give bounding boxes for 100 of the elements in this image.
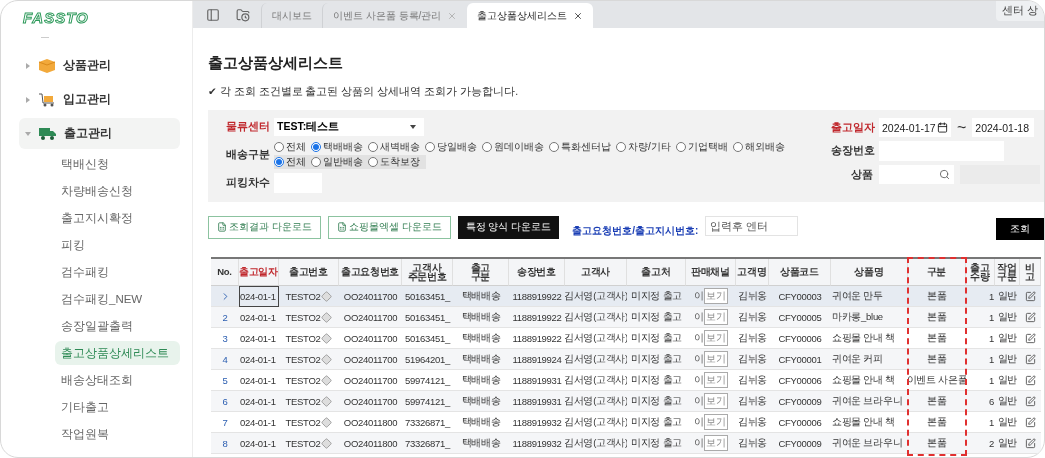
sidebar-item[interactable]: 택배신청 bbox=[55, 152, 180, 176]
lookup-field[interactable]: 입력후 엔터 bbox=[705, 216, 799, 236]
view-button[interactable]: 보기 bbox=[704, 330, 729, 346]
center-button[interactable]: 센터 상 bbox=[996, 1, 1044, 21]
radio-option[interactable]: 당일배송 bbox=[425, 140, 477, 154]
radio-option[interactable]: 기업택배 bbox=[675, 140, 728, 154]
column-header[interactable]: 출고 수량 bbox=[966, 259, 995, 286]
table-cell: 미지정 출고 bbox=[627, 349, 686, 370]
edit-icon[interactable] bbox=[1025, 353, 1036, 365]
field-label: 출고일자 bbox=[831, 120, 873, 135]
table-cell: OO24011800 bbox=[339, 433, 402, 454]
column-header[interactable]: 출고일자 bbox=[239, 259, 279, 286]
column-header[interactable]: 고객명 bbox=[736, 259, 769, 286]
table-cell: 김뉘옹 bbox=[736, 433, 769, 454]
product-field[interactable] bbox=[879, 165, 954, 184]
radio-icon[interactable] bbox=[274, 157, 284, 167]
radio-option[interactable]: 특화센터납 bbox=[549, 140, 611, 154]
edit-icon[interactable] bbox=[1025, 374, 1036, 386]
edit-icon[interactable] bbox=[1025, 332, 1036, 344]
radio-icon[interactable] bbox=[368, 142, 378, 152]
view-button[interactable]: 보기 bbox=[704, 393, 729, 409]
sidebar-item[interactable]: 작업원복 bbox=[55, 422, 180, 446]
edit-icon[interactable] bbox=[1025, 311, 1036, 323]
truck-icon bbox=[39, 127, 56, 140]
edit-icon[interactable] bbox=[1025, 437, 1036, 449]
column-header[interactable]: 출고처 bbox=[627, 259, 686, 286]
radio-icon[interactable] bbox=[732, 142, 743, 152]
column-header[interactable]: 상품명 bbox=[831, 259, 908, 286]
table-cell: 택배배송 bbox=[453, 307, 509, 328]
sidebar-group[interactable]: 출고관리 bbox=[19, 118, 180, 149]
radio-icon[interactable] bbox=[482, 142, 492, 152]
radio-icon[interactable] bbox=[311, 142, 321, 152]
date-field[interactable]: 2024-01-18 bbox=[972, 118, 1035, 137]
sidebar-item[interactable]: 피킹 bbox=[55, 233, 180, 257]
search-button[interactable]: 조회 bbox=[996, 218, 1044, 240]
search-icon[interactable] bbox=[939, 169, 950, 180]
radio-option[interactable]: 원데이배송 bbox=[482, 140, 544, 154]
center-select[interactable]: TEST:테스트 bbox=[274, 118, 424, 136]
column-header[interactable]: 비 고 bbox=[1020, 259, 1041, 286]
radio-option[interactable]: 도착보장 bbox=[368, 155, 420, 169]
column-header[interactable]: 출고 구분 bbox=[453, 259, 509, 286]
column-header[interactable]: 출고번호 bbox=[279, 259, 339, 286]
radio-option[interactable]: 차량/기타 bbox=[616, 140, 671, 154]
column-header[interactable]: 출고요청번호 bbox=[339, 259, 402, 286]
column-header[interactable]: 고객사 bbox=[565, 259, 627, 286]
radio-option[interactable]: 일반배송 bbox=[311, 155, 363, 169]
table-cell: 1 bbox=[966, 286, 995, 307]
sidebar-item[interactable]: 검수패킹_NEW bbox=[55, 287, 180, 311]
radio-option[interactable]: 전체 bbox=[274, 155, 306, 169]
download-button[interactable]: 쇼핑몰엑셀 다운로드 bbox=[327, 215, 451, 239]
radio-option[interactable]: 택배배송 bbox=[311, 140, 363, 154]
sidebar-item[interactable]: 출고지시확정 bbox=[55, 206, 180, 230]
view-button[interactable]: 보기 bbox=[704, 414, 729, 430]
table-cell: 김서영(고객사) bbox=[565, 286, 627, 307]
sidebar-item[interactable]: 송장일괄출력 bbox=[55, 314, 180, 338]
table-cell: OO24011700 bbox=[339, 349, 402, 370]
table-cell: 024-01-1 bbox=[239, 349, 279, 370]
edit-icon[interactable] bbox=[1025, 290, 1036, 302]
view-button[interactable]: 보기 bbox=[704, 351, 729, 367]
sidebar-group[interactable]: 입고관리 bbox=[19, 84, 180, 115]
sidebar-item[interactable]: 기타출고 bbox=[55, 395, 180, 419]
sidebar-group[interactable]: 상품관리 bbox=[19, 50, 180, 81]
download-button[interactable]: 특정 양식 다운로드 bbox=[457, 215, 560, 239]
column-header[interactable]: No. bbox=[211, 259, 239, 286]
radio-icon[interactable] bbox=[425, 142, 435, 152]
column-header[interactable]: 상품코드 bbox=[769, 259, 831, 286]
tab[interactable]: 대시보드 bbox=[261, 3, 322, 28]
calendar-icon[interactable] bbox=[937, 122, 948, 133]
table-cell: 김서영(고객사) bbox=[565, 391, 627, 412]
radio-option[interactable]: 새벽배송 bbox=[368, 140, 420, 154]
radio-option[interactable]: 해외배송 bbox=[732, 140, 785, 154]
radio-icon[interactable] bbox=[616, 142, 626, 152]
sidebar-item[interactable]: 검수패킹 bbox=[55, 260, 180, 284]
view-button[interactable]: 보기 bbox=[704, 435, 729, 451]
field-label: 송장번호 bbox=[831, 144, 873, 158]
view-button[interactable]: 보기 bbox=[704, 288, 729, 304]
column-header[interactable]: 작업 구분 bbox=[995, 259, 1020, 286]
tab[interactable]: 출고상품상세리스트 bbox=[467, 3, 594, 28]
date-field[interactable]: 2024-01-17 bbox=[879, 118, 951, 137]
column-header[interactable]: 송장번호 bbox=[509, 259, 565, 286]
column-header[interactable]: 판매채널 bbox=[686, 259, 736, 286]
radio-option[interactable]: 전체 bbox=[274, 140, 306, 154]
view-button[interactable]: 보기 bbox=[704, 309, 729, 325]
radio-icon[interactable] bbox=[549, 142, 559, 152]
radio-icon[interactable] bbox=[274, 142, 284, 152]
sidebar-item[interactable]: 차량배송신청 bbox=[55, 179, 180, 203]
table-cell: 본품 bbox=[908, 286, 966, 307]
radio-icon[interactable] bbox=[675, 142, 686, 152]
sidebar-item[interactable]: 배송상태조회 bbox=[55, 368, 180, 392]
close-icon[interactable] bbox=[573, 10, 584, 21]
edit-icon[interactable] bbox=[1025, 395, 1036, 407]
radio-icon[interactable] bbox=[368, 157, 378, 167]
download-button[interactable]: 조회결과 다운로드 bbox=[208, 215, 321, 239]
column-header[interactable]: 고객사 주문번호 bbox=[402, 259, 453, 286]
edit-icon[interactable] bbox=[1025, 416, 1036, 428]
column-header[interactable]: 구분 bbox=[908, 259, 966, 286]
sidebar-item[interactable]: 출고상품상세리스트 bbox=[55, 341, 180, 365]
view-button[interactable]: 보기 bbox=[704, 372, 729, 388]
radio-icon[interactable] bbox=[311, 157, 321, 167]
table-cell: 귀여운 브라우니 bbox=[831, 391, 908, 412]
